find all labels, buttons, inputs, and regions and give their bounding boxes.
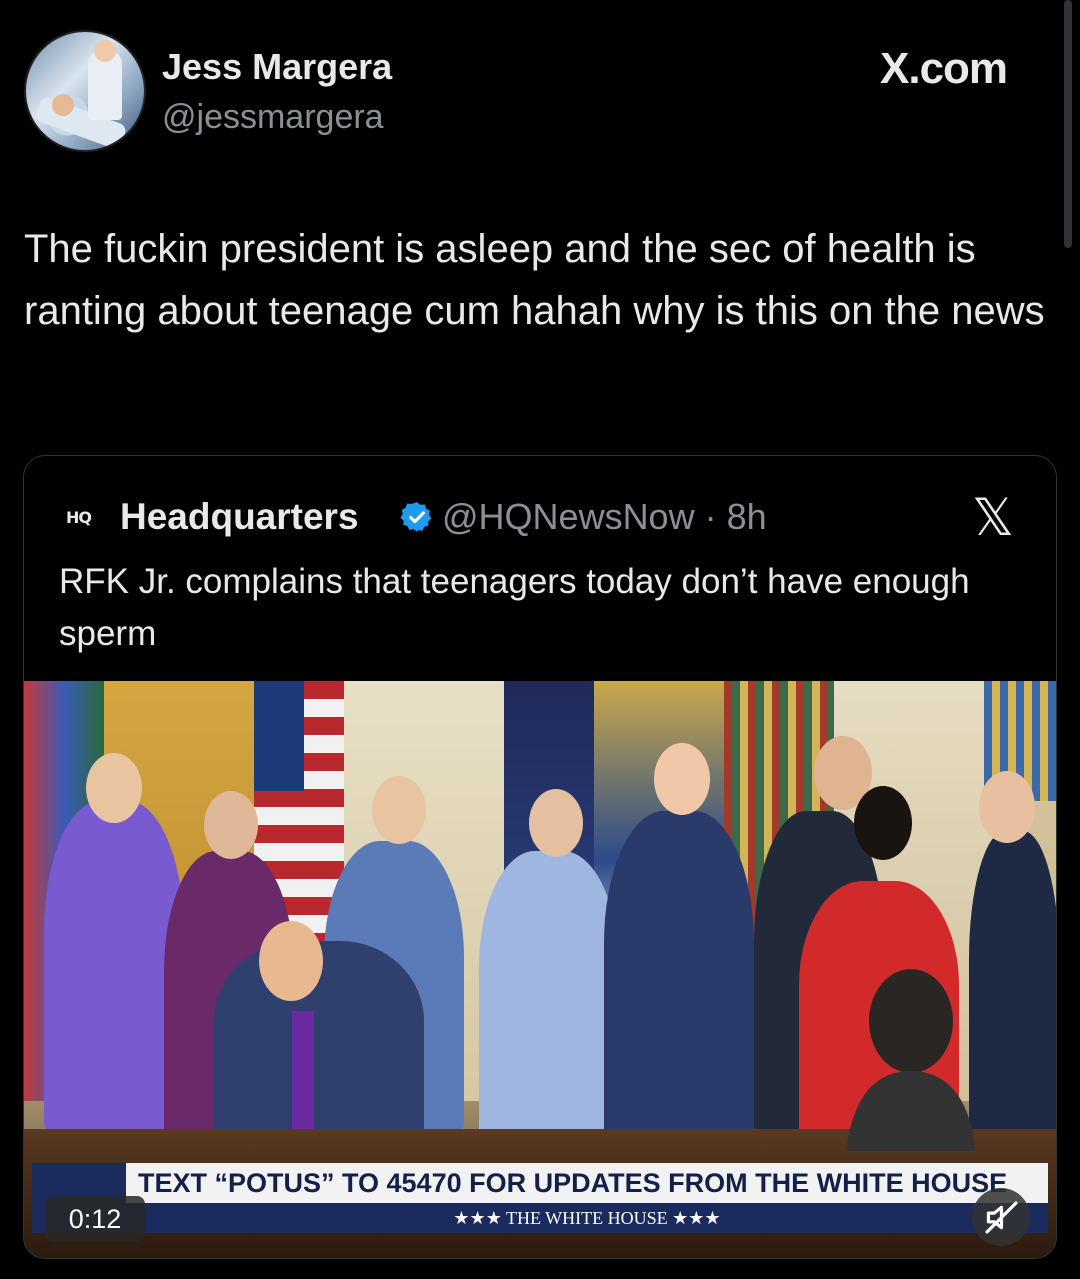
person-head xyxy=(204,791,258,859)
avatar-patient xyxy=(52,94,74,116)
person-head xyxy=(529,789,583,857)
person-light-blue-suit xyxy=(479,851,619,1141)
us-flag-canton xyxy=(254,681,304,791)
person-head xyxy=(86,753,142,823)
banner-top-text: TEXT “POTUS” TO 45470 FOR UPDATES FROM T… xyxy=(126,1163,1048,1203)
mute-button[interactable] xyxy=(972,1188,1030,1246)
person-head xyxy=(979,771,1035,843)
bronze-bust xyxy=(846,969,976,1151)
person-head xyxy=(372,776,426,844)
person-head xyxy=(654,743,710,815)
person-purple-jacket xyxy=(44,801,184,1131)
quoted-handle-time[interactable]: @HQNewsNow · 8h xyxy=(442,496,767,538)
video-timestamp: 0:12 xyxy=(45,1196,145,1242)
headquarters-logo: HQ xyxy=(66,508,92,527)
video-player[interactable]: TEXT “POTUS” TO 45470 FOR UPDATES FROM T… xyxy=(24,681,1056,1258)
quoted-author-name[interactable]: Headquarters xyxy=(120,496,359,538)
purple-tie xyxy=(292,1011,314,1131)
brand-label: X.com xyxy=(880,44,1008,93)
verified-badge-icon xyxy=(400,502,432,532)
banner-bottom-text: ★★★ THE WHITE HOUSE ★★★ xyxy=(126,1203,1048,1233)
author-name[interactable]: Jess Margera xyxy=(162,46,392,88)
quoted-tweet-card[interactable]: HQ Headquarters @HQNewsNow · 8h 𝕏 RFK Jr… xyxy=(23,455,1057,1259)
x-logo-icon: 𝕏 xyxy=(972,488,1014,548)
person-head xyxy=(854,786,912,860)
tweet-text: The fuckin president is asleep and the s… xyxy=(24,227,1045,333)
quoted-tweet-text: RFK Jr. complains that teenagers today d… xyxy=(59,562,970,653)
speaker-muted-icon xyxy=(985,1201,1018,1234)
scrollbar[interactable] xyxy=(1064,0,1072,248)
avatar-doctor-head xyxy=(94,40,116,62)
author-handle[interactable]: @jessmargera xyxy=(162,98,384,137)
person-navy-suit xyxy=(604,811,754,1141)
author-avatar[interactable] xyxy=(24,30,146,152)
person-head xyxy=(259,921,323,1001)
